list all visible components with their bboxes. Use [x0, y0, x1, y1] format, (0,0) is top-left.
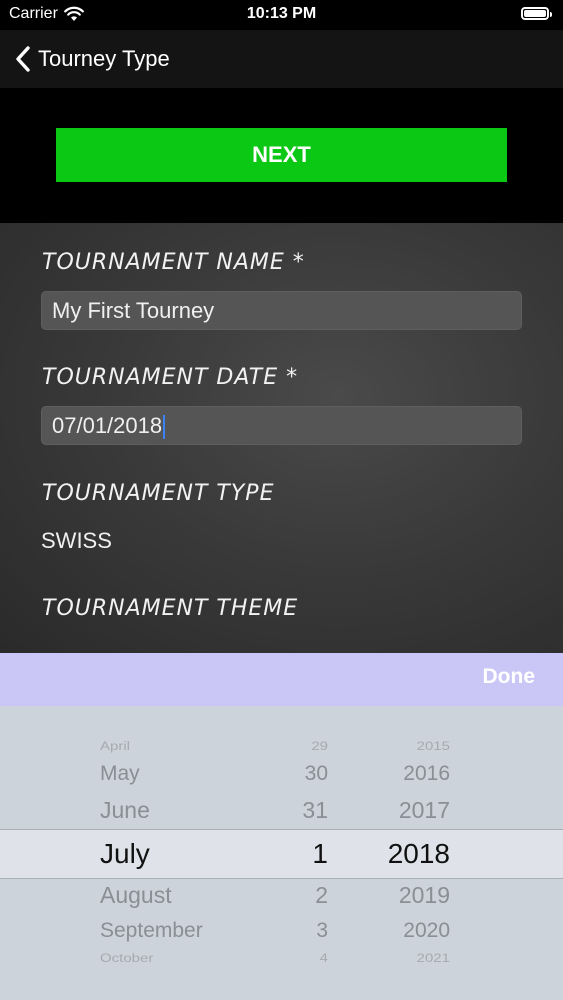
tournament-date-label: TOURNAMENT DATE *	[42, 365, 299, 390]
tournament-name-input[interactable]: My First Tourney	[41, 291, 522, 330]
month-option[interactable]: June	[60, 797, 230, 824]
done-button[interactable]: Done	[483, 665, 536, 689]
year-option[interactable]: 2020	[360, 919, 460, 943]
battery-fill	[524, 10, 546, 17]
next-area: NEXT	[0, 88, 563, 223]
chevron-left-icon	[16, 46, 30, 72]
day-column[interactable]: 29 30 31 1 2 3 4	[270, 706, 340, 1000]
tournament-type-label: TOURNAMENT TYPE	[42, 481, 275, 506]
picker-toolbar: Done	[0, 653, 563, 706]
year-option[interactable]: 2017	[360, 797, 460, 824]
year-option[interactable]: 2019	[360, 882, 460, 909]
tournament-theme-label: TOURNAMENT THEME	[42, 596, 299, 621]
year-option[interactable]: 2015	[360, 740, 460, 754]
day-option[interactable]: 31	[270, 797, 340, 824]
day-option[interactable]: 29	[270, 740, 340, 754]
year-option-selected[interactable]: 2018	[360, 838, 460, 870]
day-option[interactable]: 3	[270, 919, 340, 943]
battery-icon	[521, 7, 552, 20]
year-option[interactable]: 2016	[360, 762, 460, 786]
tournament-form: TOURNAMENT NAME * My First Tourney TOURN…	[0, 223, 563, 653]
day-option[interactable]: 2	[270, 882, 340, 909]
month-option[interactable]: April	[60, 740, 230, 754]
tournament-name-label: TOURNAMENT NAME *	[42, 250, 305, 275]
month-option-selected[interactable]: July	[60, 838, 230, 870]
month-option[interactable]: August	[60, 882, 230, 909]
month-option[interactable]: September	[60, 919, 230, 943]
text-cursor	[163, 415, 166, 440]
month-option[interactable]: May	[60, 762, 230, 786]
back-button[interactable]: Tourney Type	[14, 40, 170, 78]
navigation-bar: Tourney Type	[0, 30, 563, 88]
status-bar: Carrier 10:13 PM	[0, 0, 563, 30]
month-option[interactable]: October	[60, 952, 230, 966]
date-picker[interactable]: April May June July August September Oct…	[0, 706, 563, 1000]
year-column[interactable]: 2015 2016 2017 2018 2019 2020 2021	[360, 706, 460, 1000]
day-option[interactable]: 30	[270, 762, 340, 786]
tournament-date-input[interactable]: 07/01/2018	[41, 406, 522, 445]
back-button-label: Tourney Type	[38, 46, 170, 71]
tournament-date-value: 07/01/2018	[52, 413, 163, 438]
year-option[interactable]: 2021	[360, 952, 460, 966]
day-option-selected[interactable]: 1	[270, 838, 340, 870]
next-button[interactable]: NEXT	[56, 128, 507, 182]
day-option[interactable]: 4	[270, 952, 340, 966]
tournament-type-value[interactable]: SWISS	[41, 528, 112, 554]
status-time: 10:13 PM	[246, 5, 317, 22]
month-column[interactable]: April May June July August September Oct…	[60, 706, 230, 1000]
